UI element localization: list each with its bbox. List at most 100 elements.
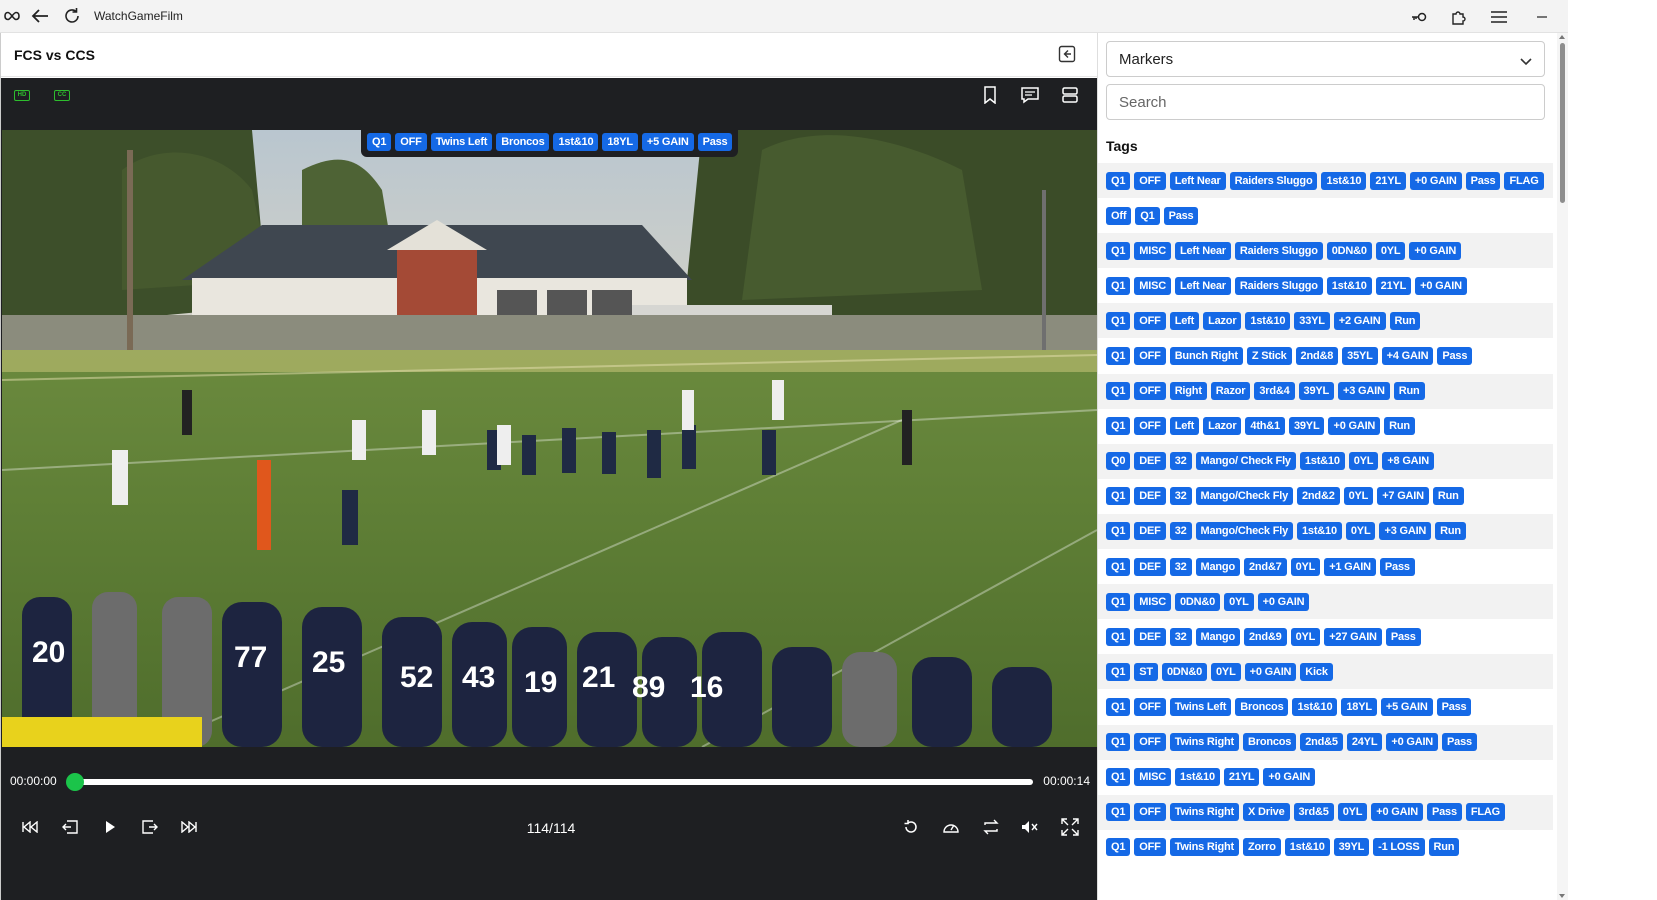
video-frame[interactable]: 20 77 25 52 43 19 21 89 16 Q1 OFF Twins Left Bron… [2,130,1097,747]
tag-row[interactable]: Q1 MISC Left Near Raiders Sluggo 1st&10 21YL +… [1098,268,1553,304]
tag-chip[interactable]: OFF [1134,803,1166,822]
tag-chip[interactable]: Twins Left [1169,697,1232,716]
tag-chip[interactable]: +27 GAIN [1324,627,1382,646]
tag-chip[interactable]: 0YL [1337,803,1368,822]
tag-chip[interactable]: 1st&10 [1297,522,1342,541]
collapse-panel-icon[interactable] [1058,45,1076,63]
extension-icon[interactable] [1439,0,1479,33]
tag-chip[interactable]: 32 [1169,522,1192,541]
tag-chip[interactable]: Broncos [1243,733,1297,752]
tag-chip[interactable]: 2nd&5 [1300,733,1343,752]
tag-chip[interactable]: Q1 [1106,487,1131,506]
tag-chip[interactable]: 24YL [1346,733,1383,752]
loop-icon[interactable] [981,818,1001,836]
tag-chip[interactable]: 39YL [1333,838,1370,857]
tag-chip[interactable]: 2nd&9 [1243,627,1287,646]
tag-chip[interactable]: Q1 [1106,311,1131,330]
tag-chip[interactable]: Pass [1442,733,1477,752]
tag-chip[interactable]: 0YL [1211,662,1241,681]
tag-row[interactable]: Q1 MISC 1st&10 21YL +0 GAIN [1098,759,1553,795]
tag-chip[interactable]: +0 GAIN [1263,768,1316,787]
tag-row[interactable]: Q0 DEF 32 Mango/ Check Fly 1st&10 0YL +8 GAIN [1098,443,1553,479]
tag-chip[interactable]: 0YL [1224,592,1254,611]
tag-chip[interactable]: 0YL [1290,557,1321,576]
tag-chip[interactable]: OFF [1134,311,1166,330]
tag-chip[interactable]: 21YL [1375,276,1412,295]
tag-chip[interactable]: Run [1435,522,1466,541]
tag-chip[interactable]: OFF [1134,171,1166,190]
scroll-up-icon[interactable] [1559,35,1565,39]
tag-chip[interactable]: FLAG [1465,803,1506,822]
fullscreen-icon[interactable] [1060,818,1080,836]
tag-chip[interactable]: DEF [1134,557,1166,576]
tag-chip[interactable]: 1st&10 [1326,276,1372,295]
scrollbar-thumb[interactable] [1560,43,1565,203]
tag-chip[interactable]: Off [1106,206,1132,225]
tag-chip[interactable]: 0DN&0 [1161,662,1208,681]
tag-chip[interactable]: 1st&10 [1174,768,1220,787]
tag-chip[interactable]: +8 GAIN [1382,452,1435,471]
tag-chip[interactable]: 0YL [1343,487,1374,506]
tag-chip[interactable]: Run [1384,417,1415,436]
key-icon[interactable] [1399,0,1439,33]
tag-row[interactable]: Q1 OFF Left Lazor 1st&10 33YL +2 GAIN Run [1098,303,1553,339]
tag-chip[interactable]: 35YL [1342,347,1378,366]
tag-chip[interactable]: +0 GAIN [1409,241,1462,260]
tag-chip[interactable]: Q1 [1135,206,1160,225]
skip-to-end-icon[interactable] [179,818,199,836]
tag-chip[interactable]: Q1 [1106,768,1131,787]
tag-chip[interactable]: Run [1432,487,1464,506]
tag-chip[interactable]: 33YL [1294,311,1330,330]
tag-chip[interactable]: Raiders Sluggo [1234,241,1323,260]
tag-chip[interactable]: +0 GAIN [1409,171,1462,190]
tag-chip[interactable]: Pass [1385,627,1421,646]
tag-chip[interactable]: -1 LOSS [1373,838,1425,857]
skip-to-start-icon[interactable] [20,818,40,836]
tag-chip[interactable]: OFF [1134,347,1166,366]
tag-chip[interactable]: Run [1393,382,1425,401]
tag-chip[interactable]: Pass [1465,171,1501,190]
tag-chip[interactable]: +3 GAIN [1338,382,1390,401]
tag-chip[interactable]: 32 [1169,487,1192,506]
tag-chip[interactable]: +0 GAIN [1371,803,1423,822]
tag-chip[interactable]: 21YL [1223,768,1260,787]
cc-badge[interactable]: CC [54,90,70,101]
tag-chip[interactable]: Right [1169,382,1207,401]
previous-clip-icon[interactable] [60,818,80,836]
tag-chip[interactable]: Left [1169,417,1200,436]
tag-row[interactable]: Q1 DEF 32 Mango 2nd&9 0YL +27 GAIN Pass [1098,619,1553,655]
tag-row[interactable]: Q1 DEF 32 Mango/Check Fly 1st&10 0YL +3 GAIN Ru… [1098,513,1553,550]
tag-row[interactable]: Q1 ST 0DN&0 0YL +0 GAIN Kick [1098,654,1553,690]
tag-chip[interactable]: Twins Right [1169,733,1239,752]
progress-track[interactable] [76,779,1033,785]
tag-chip[interactable]: Lazor [1203,417,1242,436]
panel-scrollbar[interactable] [1557,33,1568,900]
back-arrow-icon[interactable] [24,0,56,33]
tag-chip[interactable]: 0YL [1345,522,1376,541]
tag-chip[interactable]: Pass [1379,557,1415,576]
tag-chip[interactable]: 1st&10 [1245,311,1291,330]
tag-chip[interactable]: Q0 [1106,452,1131,471]
tag-chip[interactable]: MISC [1134,768,1171,787]
tag-chip[interactable]: Z Stick [1246,347,1292,366]
layout-icon[interactable] [1060,86,1080,104]
tag-row[interactable]: Q1 OFF Left Lazor 4th&1 39YL +0 GAIN Run [1098,408,1553,444]
tag-chip[interactable]: Q1 [1106,171,1131,190]
tag-chip[interactable]: 2nd&7 [1243,557,1287,576]
tag-row[interactable]: Q1 OFF Bunch Right Z Stick 2nd&8 35YL +4 GAIN P… [1098,338,1553,374]
tag-chip[interactable]: Q1 [1106,241,1131,260]
tag-chip[interactable]: 1st&10 [1284,838,1330,857]
marker-type-select[interactable]: Markers [1106,41,1545,77]
scroll-down-icon[interactable] [1559,894,1565,898]
tag-chip[interactable]: Mango/Check Fly [1195,522,1293,541]
tag-chip[interactable]: 32 [1169,627,1192,646]
tag-chip[interactable]: Pass [1436,697,1472,716]
tag-chip[interactable]: 32 [1169,557,1192,576]
tag-chip[interactable]: Left [1169,311,1200,330]
infinity-icon[interactable] [0,0,24,33]
tag-chip[interactable]: +0 GAIN [1244,662,1297,681]
tag-row[interactable]: Q1 DEF 32 Mango 2nd&7 0YL +1 GAIN Pass [1098,549,1553,585]
tag-chip[interactable]: Left Near [1174,276,1231,295]
tag-chip[interactable]: Q1 [1106,662,1131,681]
tag-chip[interactable]: Q1 [1106,803,1131,822]
